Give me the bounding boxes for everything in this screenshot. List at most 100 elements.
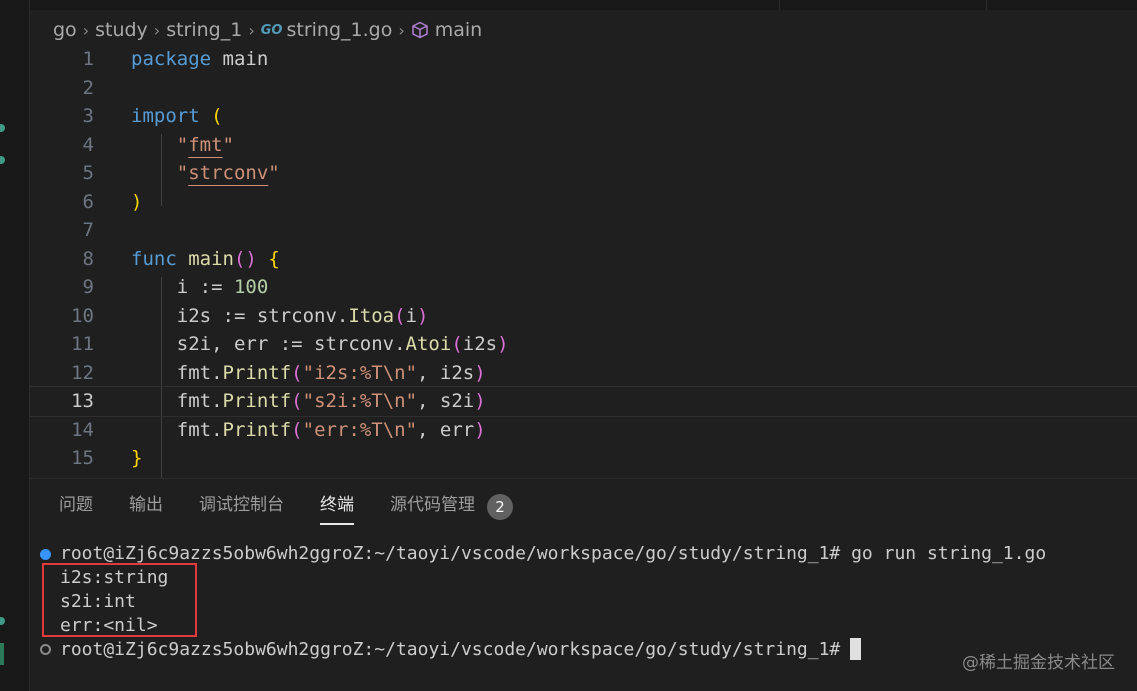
code-token: () [233, 247, 257, 270]
code-token: s2i, err := strconv. [176, 333, 406, 356]
code-line[interactable]: 3 import ( [30, 102, 1137, 131]
line-number: 14 [71, 418, 94, 441]
code-token: strconv [188, 162, 269, 185]
code-token: ) [497, 333, 509, 356]
code-line[interactable]: 5 "strconv" [30, 159, 1137, 188]
code-line-current[interactable]: 13 fmt.Printf("s2i:%T\n", s2i) [29, 386, 1137, 417]
line-number: 1 [82, 48, 94, 71]
line-number: 8 [82, 247, 94, 270]
terminal-prompt-line: root@iZj6c9azzs5obw6wh2ggroZ:~/taoyi/vsc… [60, 542, 1047, 564]
code-token: { [268, 247, 280, 270]
code-token: "s2i:%T\n" [302, 390, 418, 413]
code-token: Printf [222, 418, 292, 441]
breadcrumb-item-string-1[interactable]: string_1 [166, 19, 242, 41]
code-token: Atoi [405, 333, 452, 356]
line-number: 6 [82, 190, 94, 213]
code-token: , s2i [417, 390, 475, 413]
scm-change-indicator [0, 156, 5, 164]
code-token: i2s [462, 333, 498, 356]
code-line[interactable]: 14 fmt.Printf("err:%T\n", err) [30, 416, 1137, 445]
editor-tab[interactable] [30, 0, 780, 10]
code-line[interactable]: 4 "fmt" [30, 131, 1137, 160]
code-line[interactable]: 8 func main() { [30, 245, 1137, 274]
code-token: " [176, 162, 189, 185]
go-file-icon: GO [260, 22, 283, 38]
code-line[interactable]: 7 [30, 216, 1137, 245]
code-token: ) [474, 390, 486, 413]
breadcrumb-item-study[interactable]: study [95, 19, 148, 41]
code-token: ) [131, 190, 143, 213]
terminal-cursor [850, 638, 862, 660]
code-token: ) [474, 361, 486, 384]
code-token: ) [417, 304, 429, 327]
code-line[interactable]: 10 i2s := strconv.Itoa(i) [30, 302, 1137, 331]
code-token: fmt. [176, 361, 223, 384]
scm-change-indicator [0, 124, 5, 132]
tab-debug-console[interactable]: 调试控制台 [199, 491, 284, 523]
code-token: ( [211, 105, 223, 128]
scm-change-indicator [0, 617, 5, 625]
code-token: , err [417, 418, 475, 441]
line-number: 3 [82, 105, 94, 128]
code-token: ( [451, 333, 463, 356]
code-token: " [268, 162, 280, 185]
code-token: fmt [188, 133, 223, 156]
breadcrumb-item-go[interactable]: go [53, 19, 77, 41]
tab-problems[interactable]: 问题 [59, 491, 93, 523]
activity-bar-active-marker [0, 643, 4, 665]
line-number: 2 [82, 76, 94, 99]
command-pending-marker[interactable] [40, 644, 51, 655]
breadcrumb: go › study › string_1 › GO string_1.go ›… [53, 17, 482, 43]
code-token: } [131, 447, 143, 470]
code-line[interactable]: 2 [30, 74, 1137, 103]
code-token: Printf [222, 361, 292, 384]
code-token: " [222, 133, 234, 156]
code-token: i2s := strconv. [176, 304, 349, 327]
breadcrumb-item-file[interactable]: string_1.go [286, 19, 392, 41]
line-number: 11 [71, 333, 94, 356]
line-number: 13 [71, 390, 94, 413]
code-token: main [222, 48, 269, 71]
tab-source-control[interactable]: 源代码管理 [390, 491, 475, 523]
code-token: "err:%T\n" [302, 418, 418, 441]
terminal-prompt-line[interactable]: root@iZj6c9azzs5obw6wh2ggroZ:~/taoyi/vsc… [60, 637, 862, 661]
line-number: 15 [71, 447, 94, 470]
code-token: i := [176, 276, 234, 299]
activity-bar [0, 0, 30, 691]
code-token: 100 [233, 276, 269, 299]
code-token: fmt. [176, 390, 223, 413]
symbol-function-icon [411, 20, 429, 41]
command-success-marker[interactable] [40, 549, 51, 560]
code-token: ) [474, 418, 486, 441]
chevron-right-icon: › [153, 20, 161, 40]
code-editor[interactable]: 1 package main 2 3 import ( 4 "fmt" 5 "s… [29, 45, 1137, 491]
scm-count-badge: 2 [487, 494, 513, 520]
code-token: ( [394, 304, 406, 327]
code-token: ( [291, 390, 303, 413]
tab-output[interactable]: 输出 [129, 491, 163, 523]
code-token: ( [291, 418, 303, 441]
code-token: import [131, 105, 200, 128]
tab-terminal[interactable]: 终端 [320, 491, 354, 525]
code-line[interactable]: 6 ) [30, 188, 1137, 217]
editor-tab-strip [30, 0, 1137, 10]
line-number: 5 [82, 162, 94, 185]
breadcrumb-item-symbol[interactable]: main [435, 19, 482, 41]
code-line[interactable]: 12 fmt.Printf("i2s:%T\n", i2s) [30, 359, 1137, 388]
watermark: @稀土掘金技术社区 [962, 653, 1115, 673]
editor-tab[interactable] [780, 0, 987, 10]
panel-tab-bar: 问题 输出 调试控制台 终端 源代码管理 2 [59, 491, 513, 525]
line-number: 12 [71, 361, 94, 384]
code-line[interactable]: 11 s2i, err := strconv.Atoi(i2s) [30, 330, 1137, 359]
line-number: 9 [82, 276, 94, 299]
chevron-right-icon: › [248, 20, 255, 40]
code-token: "i2s:%T\n" [302, 361, 418, 384]
code-line[interactable]: 1 package main [30, 45, 1137, 74]
code-token: ( [291, 361, 303, 384]
code-token: package [131, 48, 212, 71]
code-token: " [176, 133, 189, 156]
code-token: , i2s [417, 361, 475, 384]
code-line[interactable]: 9 i := 100 [30, 273, 1137, 302]
chevron-right-icon: › [398, 20, 405, 40]
code-line[interactable]: 15 } [30, 444, 1137, 473]
